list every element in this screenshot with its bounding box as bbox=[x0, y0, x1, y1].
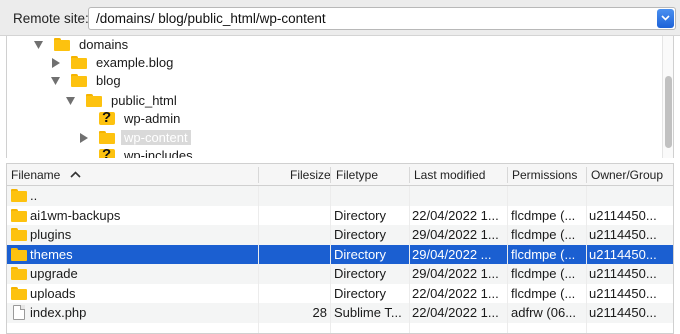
file-permissions: adfrw (06... bbox=[511, 305, 577, 320]
file-name: ai1wm-backups bbox=[30, 207, 121, 223]
remote-directory-tree: domains example.blog blog public_html ? … bbox=[6, 36, 674, 158]
tree-item-label: wp-admin bbox=[124, 111, 181, 126]
tree-item-wp-admin[interactable]: ? wp-admin bbox=[79, 109, 183, 128]
file-row[interactable]: upgrade Directory 29/04/2022 1... flcdmp… bbox=[7, 264, 673, 284]
folder-icon bbox=[99, 131, 115, 144]
remote-path-combobox[interactable]: /domains/ blog/public_html/wp-content bbox=[88, 7, 676, 30]
expand-arrow-icon[interactable] bbox=[66, 96, 75, 106]
collapse-arrow-icon[interactable] bbox=[51, 57, 60, 68]
file-owner: u2114450... bbox=[589, 266, 657, 281]
file-permissions: flcdmpe (... bbox=[511, 246, 576, 262]
file-row-parent[interactable]: .. bbox=[7, 186, 673, 206]
file-modified: 22/04/2022 1... bbox=[412, 207, 499, 223]
file-name: themes bbox=[30, 246, 73, 262]
file-modified: 29/04/2022 1... bbox=[412, 266, 499, 281]
folder-icon bbox=[11, 286, 27, 303]
column-gridline bbox=[409, 186, 410, 333]
column-header-last-modified[interactable]: Last modified bbox=[414, 168, 485, 182]
sort-ascending-icon bbox=[70, 171, 81, 178]
file-permissions: flcdmpe (... bbox=[511, 266, 576, 281]
file-owner: u2114450... bbox=[589, 305, 657, 320]
tree-item-label-selected: wp-content bbox=[121, 130, 191, 145]
file-modified: 22/04/2022 1... bbox=[412, 305, 499, 320]
expand-arrow-icon[interactable] bbox=[51, 76, 60, 86]
tree-item-wp-includes[interactable]: ? wp-includes bbox=[79, 146, 196, 158]
column-header-owner-group[interactable]: Owner/Group bbox=[591, 168, 663, 182]
folder-icon bbox=[11, 228, 27, 244]
file-row[interactable]: index.php 28 Sublime T... 22/04/2022 1..… bbox=[7, 303, 673, 323]
file-name: uploads bbox=[30, 285, 76, 301]
path-dropdown-button[interactable] bbox=[657, 9, 674, 28]
tree-scrollbar-thumb[interactable] bbox=[665, 76, 672, 148]
column-divider[interactable] bbox=[586, 167, 587, 183]
tree-item-label: wp-includes bbox=[124, 148, 193, 158]
tree-item-wp-content[interactable]: wp-content bbox=[79, 128, 191, 147]
file-list-header: Filename Filesize Filetype Last modified… bbox=[7, 164, 673, 186]
file-modified: 22/04/2022 1... bbox=[412, 285, 499, 301]
file-row-selected[interactable]: themes Directory 29/04/2022 ... flcdmpe … bbox=[7, 244, 673, 264]
collapse-arrow-icon[interactable] bbox=[79, 132, 88, 143]
tree-item-label: domains bbox=[79, 37, 129, 52]
column-header-filename[interactable]: Filename bbox=[11, 168, 81, 182]
tree-item-example-blog[interactable]: example.blog bbox=[51, 53, 176, 72]
folder-icon bbox=[71, 74, 87, 87]
file-type: Directory bbox=[334, 207, 387, 223]
file-name: upgrade bbox=[30, 266, 78, 281]
column-gridline bbox=[586, 186, 587, 333]
file-type: Directory bbox=[334, 227, 387, 242]
chevron-down-icon bbox=[661, 15, 670, 21]
remote-site-bar: Remote site: /domains/ blog/public_html/… bbox=[0, 0, 680, 36]
column-header-permissions[interactable]: Permissions bbox=[512, 168, 577, 182]
file-row[interactable]: uploads Directory 22/04/2022 1... flcdmp… bbox=[7, 284, 673, 304]
expand-arrow-icon[interactable] bbox=[34, 40, 43, 50]
file-permissions: flcdmpe (... bbox=[511, 285, 576, 301]
unknown-folder-icon: ? bbox=[99, 109, 115, 127]
folder-icon bbox=[71, 56, 87, 69]
tree-item-label: blog bbox=[96, 73, 121, 88]
unknown-folder-icon: ? bbox=[99, 146, 115, 158]
remote-site-label: Remote site: bbox=[13, 11, 89, 26]
file-owner: u2114450... bbox=[589, 207, 657, 223]
file-name: .. bbox=[30, 188, 38, 203]
file-owner: u2114450... bbox=[589, 246, 657, 262]
folder-icon bbox=[11, 267, 27, 283]
column-gridline bbox=[507, 186, 508, 333]
remote-path-value[interactable]: /domains/ blog/public_html/wp-content bbox=[96, 11, 326, 26]
file-name: plugins bbox=[30, 227, 72, 242]
tree-item-blog[interactable]: blog bbox=[51, 71, 124, 90]
column-divider[interactable] bbox=[409, 167, 410, 183]
column-header-filesize[interactable]: Filesize bbox=[290, 168, 331, 182]
column-divider[interactable] bbox=[258, 167, 259, 183]
file-row[interactable]: plugins Directory 29/04/2022 1... flcdmp… bbox=[7, 225, 673, 245]
column-gridline bbox=[258, 186, 259, 333]
file-type: Directory bbox=[334, 246, 387, 262]
file-owner: u2114450... bbox=[589, 285, 657, 301]
tree-item-label: public_html bbox=[111, 93, 177, 108]
column-header-label: Filename bbox=[11, 168, 61, 182]
file-modified: 29/04/2022 1... bbox=[412, 227, 499, 242]
folder-icon bbox=[11, 247, 27, 264]
tree-item-label: example.blog bbox=[96, 55, 174, 70]
column-divider[interactable] bbox=[507, 167, 508, 183]
file-permissions: flcdmpe (... bbox=[511, 227, 576, 242]
file-size: 28 bbox=[312, 305, 327, 320]
file-permissions: flcdmpe (... bbox=[511, 207, 576, 223]
file-type: Directory bbox=[334, 285, 387, 301]
file-row[interactable]: ai1wm-backups Directory 22/04/2022 1... … bbox=[7, 206, 673, 226]
folder-icon bbox=[11, 189, 27, 205]
remote-file-list: Filename Filesize Filetype Last modified… bbox=[6, 163, 674, 334]
tree-scrollbar[interactable] bbox=[662, 36, 673, 158]
folder-icon bbox=[54, 38, 70, 51]
column-gridline bbox=[330, 186, 331, 333]
file-type: Sublime T... bbox=[334, 305, 402, 320]
tree-item-domains[interactable]: domains bbox=[34, 36, 131, 54]
file-owner: u2114450... bbox=[589, 227, 657, 242]
folder-icon bbox=[86, 94, 102, 107]
tree-item-public-html[interactable]: public_html bbox=[66, 91, 180, 110]
column-divider[interactable] bbox=[330, 167, 331, 183]
file-modified: 29/04/2022 ... bbox=[412, 246, 492, 262]
column-header-filetype[interactable]: Filetype bbox=[336, 168, 378, 182]
file-type: Directory bbox=[334, 266, 387, 281]
folder-icon bbox=[11, 208, 27, 225]
